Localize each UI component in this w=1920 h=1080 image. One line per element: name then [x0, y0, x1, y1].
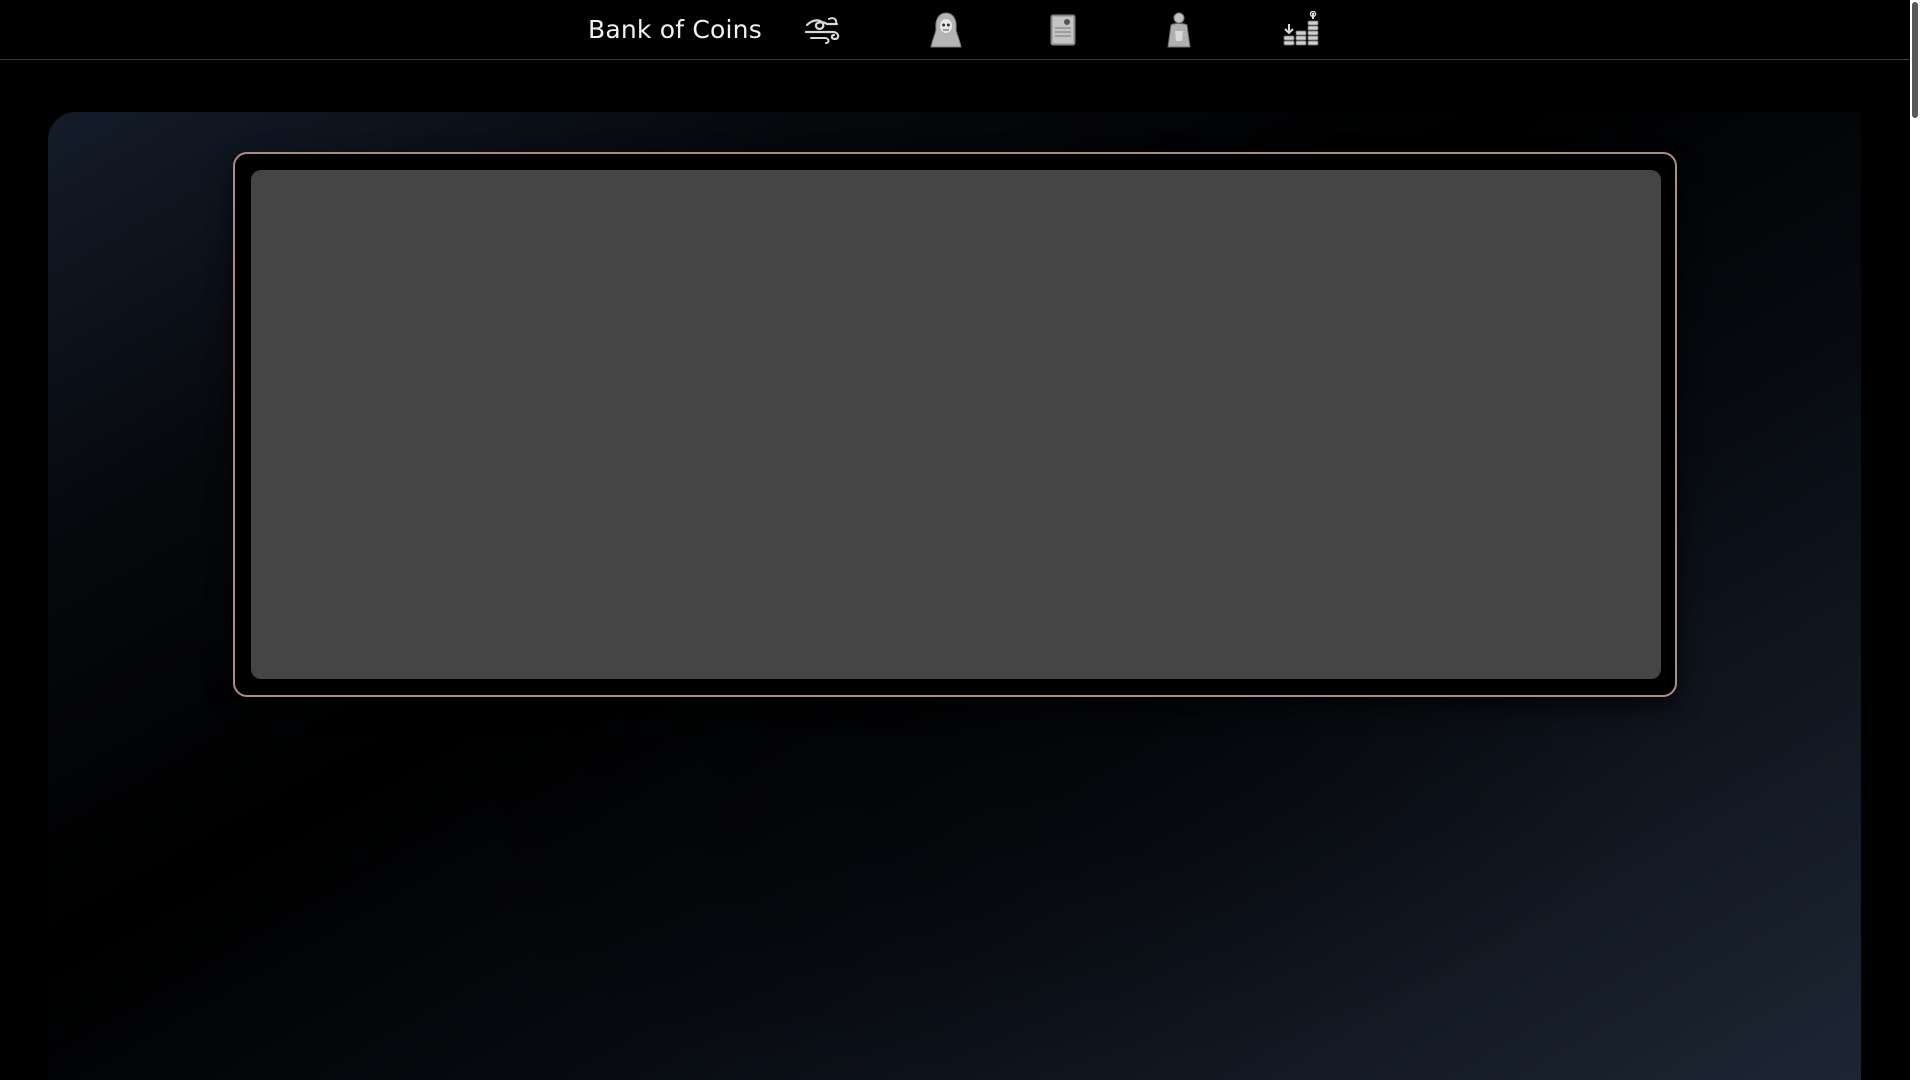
content-frame [233, 152, 1677, 697]
app-viewport: Bank of Coins [0, 0, 1920, 1080]
content-placeholder [251, 170, 1661, 679]
ledger-skull-icon[interactable] [1041, 9, 1085, 51]
wind-icon[interactable] [801, 9, 845, 51]
scrollbar-thumb[interactable] [1912, 2, 1918, 118]
top-navbar: Bank of Coins [0, 0, 1910, 60]
grim-reaper-icon[interactable] [924, 9, 968, 51]
coin-stacks-icon[interactable] [1281, 9, 1325, 51]
vertical-scrollbar[interactable] [1910, 0, 1920, 1080]
brand-link[interactable]: Bank of Coins [588, 12, 762, 48]
hooded-figure-icon[interactable] [1157, 9, 1201, 51]
